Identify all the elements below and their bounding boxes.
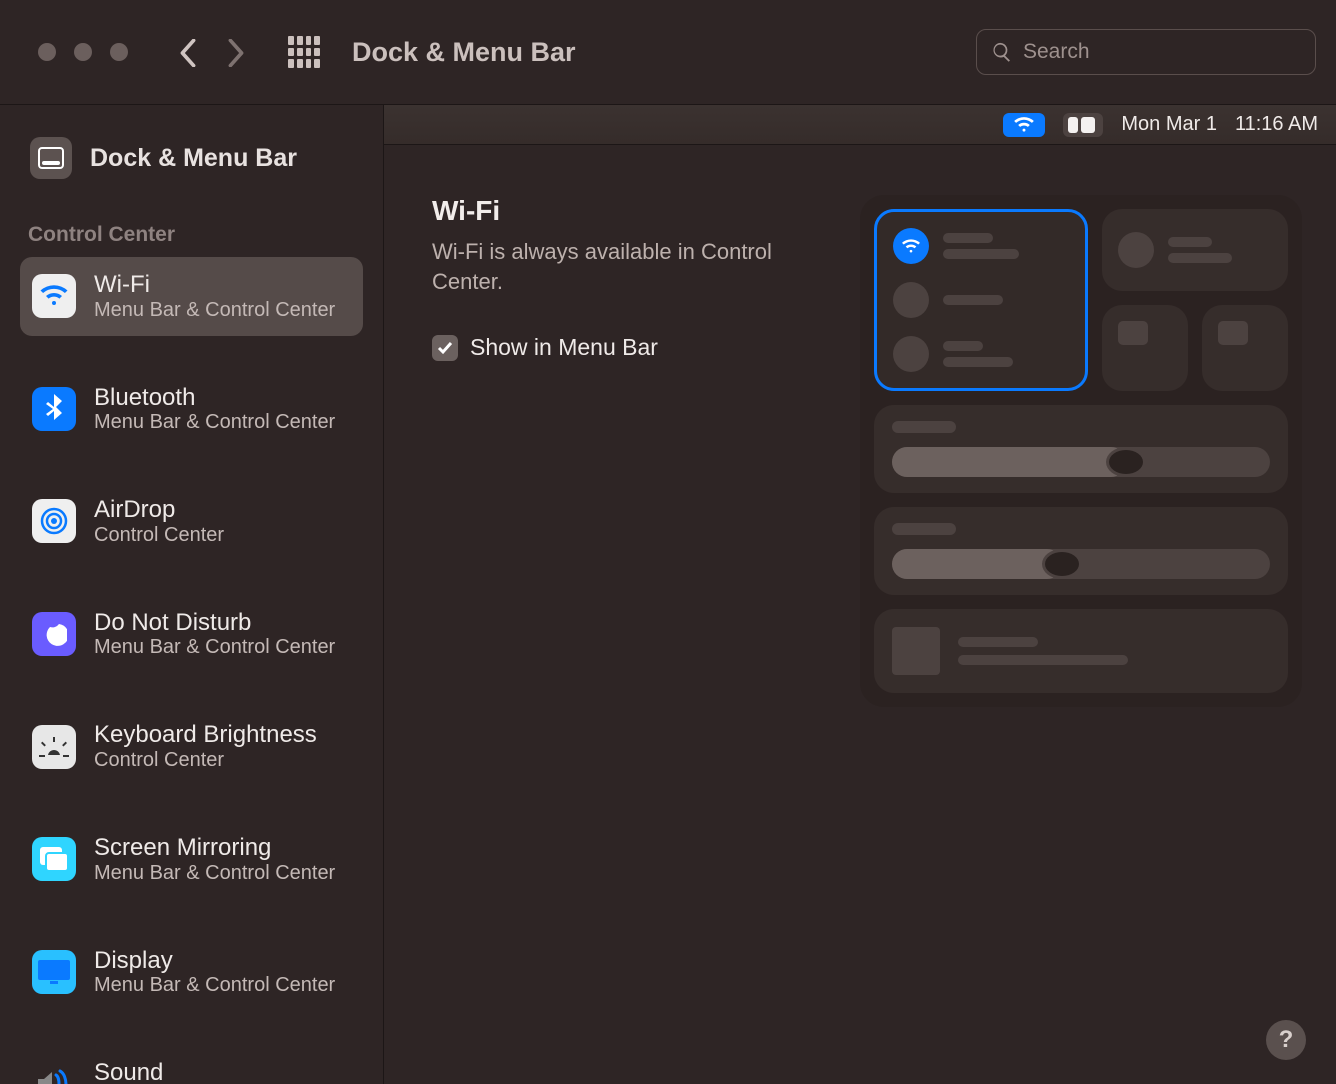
search-input[interactable] (1023, 40, 1301, 64)
sidebar: Dock & Menu Bar Control Center Wi-Fi Men… (0, 105, 384, 1084)
help-button[interactable]: ? (1266, 1020, 1306, 1060)
close-window-button[interactable] (38, 43, 56, 61)
wifi-icon (32, 274, 76, 318)
sidebar-item-keyboard-brightness[interactable]: Keyboard Brightness Control Center (20, 707, 363, 786)
cc-media-card (874, 609, 1288, 693)
sidebar-item-airdrop[interactable]: AirDrop Control Center (20, 482, 363, 561)
bluetooth-icon (32, 387, 76, 431)
sidebar-item-sub: Control Center (94, 749, 317, 772)
search-field[interactable] (976, 29, 1316, 75)
zoom-window-button[interactable] (110, 43, 128, 61)
sidebar-item-title: Keyboard Brightness (94, 721, 317, 749)
sidebar-item-display[interactable]: Display Menu Bar & Control Center (20, 933, 363, 1012)
chevron-right-icon (227, 39, 245, 67)
cc-sound-slider (874, 507, 1288, 595)
airdrop-icon (32, 499, 76, 543)
menubar-time: 11:16 AM (1235, 113, 1318, 136)
detail-title: Wi-Fi (432, 195, 832, 227)
sidebar-section-label: Control Center (20, 205, 363, 257)
sidebar-item-wifi[interactable]: Wi-Fi Menu Bar & Control Center (20, 257, 363, 336)
sidebar-item-sub: Menu Bar & Control Center (94, 411, 335, 434)
cc-mini-card (1102, 305, 1188, 391)
control-center-preview (860, 195, 1302, 707)
sidebar-item-sub: Menu Bar & Control Center (94, 974, 335, 997)
sidebar-item-sub: Control Center (94, 524, 224, 547)
screen-mirroring-icon (32, 837, 76, 881)
show-in-menubar-checkbox[interactable] (432, 335, 458, 361)
detail-description: Wi-Fi is always available in Control Cen… (432, 237, 832, 296)
sidebar-item-title: AirDrop (94, 496, 224, 524)
show-in-menubar-label: Show in Menu Bar (470, 334, 658, 361)
sidebar-item-title: Sound (94, 1059, 224, 1084)
content-pane: Mon Mar 1 11:16 AM Wi-Fi Wi-Fi is always… (384, 105, 1336, 1084)
sidebar-item-dnd[interactable]: Do Not Disturb Menu Bar & Control Center (20, 595, 363, 674)
wifi-icon (893, 228, 929, 264)
window-controls (38, 43, 128, 61)
cc-mini-card (1202, 305, 1288, 391)
sidebar-item-title: Screen Mirroring (94, 834, 335, 862)
sidebar-item-sub: Menu Bar & Control Center (94, 862, 335, 885)
toolbar: Dock & Menu Bar (0, 0, 1336, 104)
search-icon (991, 41, 1013, 63)
moon-icon (32, 612, 76, 656)
back-button[interactable] (168, 32, 208, 72)
sidebar-header-label: Dock & Menu Bar (90, 144, 297, 173)
cc-connectivity-card (874, 209, 1088, 391)
minimize-window-button[interactable] (74, 43, 92, 61)
sidebar-item-title: Wi-Fi (94, 271, 335, 299)
sidebar-item-screen-mirroring[interactable]: Screen Mirroring Menu Bar & Control Cent… (20, 820, 363, 899)
sound-icon (32, 1062, 76, 1084)
chevron-left-icon (179, 39, 197, 67)
sidebar-item-sub: Menu Bar & Control Center (94, 299, 335, 322)
sidebar-item-sound[interactable]: Sound Control Center (20, 1045, 363, 1084)
menubar-wifi-chip (1003, 113, 1045, 137)
menubar-control-center-icon (1063, 113, 1103, 137)
keyboard-brightness-icon (32, 725, 76, 769)
sidebar-item-title: Bluetooth (94, 384, 335, 412)
menubar-date: Mon Mar 1 (1121, 113, 1217, 136)
menubar-preview: Mon Mar 1 11:16 AM (384, 105, 1336, 145)
wifi-icon (1013, 117, 1035, 133)
sidebar-item-sub: Menu Bar & Control Center (94, 636, 335, 659)
sidebar-item-title: Do Not Disturb (94, 609, 335, 637)
show-in-menubar-row[interactable]: Show in Menu Bar (432, 334, 832, 361)
sidebar-item-title: Display (94, 947, 335, 975)
check-icon (436, 339, 454, 357)
cc-dnd-card (1102, 209, 1288, 291)
display-icon (32, 950, 76, 994)
cc-display-slider (874, 405, 1288, 493)
sidebar-item-bluetooth[interactable]: Bluetooth Menu Bar & Control Center (20, 370, 363, 449)
show-all-button[interactable] (288, 36, 320, 68)
forward-button[interactable] (216, 32, 256, 72)
sidebar-header[interactable]: Dock & Menu Bar (20, 123, 363, 205)
dock-menubar-icon (30, 137, 72, 179)
toolbar-title: Dock & Menu Bar (352, 37, 576, 68)
